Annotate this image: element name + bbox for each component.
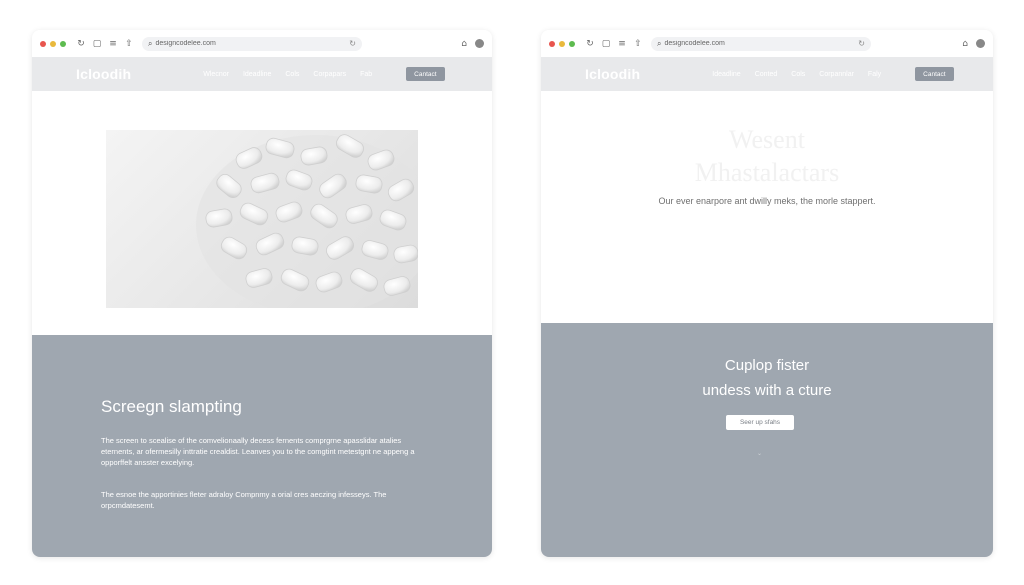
contact-button[interactable]: Cantact (915, 67, 954, 81)
section-heading: Screegn slampting (101, 397, 242, 416)
hero-subtitle: Our ever enarpore ant dwilly meks, the m… (658, 196, 876, 206)
search-icon: ⌕ (657, 38, 662, 48)
nav-link-4[interactable]: Corpapars (313, 71, 346, 78)
profile-icon[interactable] (475, 39, 484, 48)
home-icon[interactable]: ⌂ (461, 39, 467, 49)
nav-link-1[interactable]: Wlecnor (203, 71, 229, 78)
signup-heading-line-2: undess with a cture (702, 382, 832, 399)
address-bar[interactable]: ⌕ designcodelee.com ↻ (651, 36, 871, 51)
menu-icon[interactable]: ≡ (106, 39, 120, 49)
nav-links: Wlecnor Ideadline Cols Corpapars Fab (203, 71, 372, 78)
close-dot-icon[interactable] (549, 40, 555, 47)
contact-button[interactable]: Cantact (406, 67, 445, 81)
search-icon: ⌕ (148, 38, 153, 48)
tab-icon[interactable]: ▢ (599, 39, 613, 49)
nav-link-5[interactable]: Faly (868, 71, 881, 78)
hero-title-line-2: Mhastalactars (694, 158, 840, 187)
minimize-dot-icon[interactable] (50, 40, 56, 47)
home-icon[interactable]: ⌂ (962, 39, 968, 49)
browser-window-right: ↻ ▢ ≡ ⇧ ⌕ designcodelee.com ↻ ⌂ Icloodih… (541, 30, 993, 557)
nav-link-3[interactable]: Cols (285, 71, 299, 78)
refresh-icon[interactable]: ↻ (74, 39, 88, 49)
site-navbar: Icloodih Ideadline Conted Cols Corpannla… (541, 57, 993, 91)
minimize-dot-icon[interactable] (559, 40, 565, 47)
window-controls (549, 40, 575, 47)
browser-toolbar: ↻ ▢ ≡ ⇧ ⌕ designcodelee.com ↻ ⌂ (32, 30, 492, 57)
section-paragraph-2: The esnoe the apportinies fleter adraloy… (101, 490, 387, 510)
nav-link-2[interactable]: Ideadline (243, 71, 271, 78)
site-logo[interactable]: Icloodih (585, 66, 640, 82)
browser-toolbar: ↻ ▢ ≡ ⇧ ⌕ designcodelee.com ↻ ⌂ (541, 30, 993, 57)
profile-icon[interactable] (976, 39, 985, 48)
browser-window-left: ↻ ▢ ≡ ⇧ ⌕ designcodelee.com ↻ ⌂ Icloodih… (32, 30, 492, 557)
url-text: designcodelee.com (664, 40, 725, 47)
signup-button[interactable]: Seer up sfahs (726, 415, 794, 430)
nav-links: Ideadline Conted Cols Corpannlar Faly (712, 71, 881, 78)
white-pellets-illustration (196, 134, 418, 308)
nav-link-1[interactable]: Ideadline (712, 71, 740, 78)
section-paragraph-1: The screen to scealise of the comveliona… (101, 436, 415, 467)
address-bar[interactable]: ⌕ designcodelee.com ↻ (142, 36, 362, 51)
url-text: designcodelee.com (155, 40, 216, 47)
share-icon[interactable]: ⇧ (631, 39, 645, 49)
scroll-indicator-icon: ⌄ (757, 451, 763, 457)
nav-link-4[interactable]: Corpannlar (819, 71, 854, 78)
nav-link-3[interactable]: Cols (791, 71, 805, 78)
feature-section: Screegn slampting The screen to scealise… (32, 335, 492, 557)
close-dot-icon[interactable] (40, 40, 46, 47)
tab-icon[interactable]: ▢ (90, 39, 104, 49)
site-navbar: Icloodih Wlecnor Ideadline Cols Corpapar… (32, 57, 492, 91)
nav-link-5[interactable]: Fab (360, 71, 372, 78)
signup-section: Cuplop fister undess with a cture Seer u… (541, 323, 993, 557)
share-icon[interactable]: ⇧ (122, 39, 136, 49)
signup-heading-line-1: Cuplop fister (724, 357, 810, 374)
window-controls (40, 40, 66, 47)
hero-title-line-1: Wesent (729, 125, 805, 154)
reload-icon[interactable]: ↻ (858, 39, 865, 48)
reload-icon[interactable]: ↻ (349, 39, 356, 48)
maximize-dot-icon[interactable] (569, 40, 575, 47)
nav-link-2[interactable]: Conted (755, 71, 778, 78)
maximize-dot-icon[interactable] (60, 40, 66, 47)
refresh-icon[interactable]: ↻ (583, 39, 597, 49)
site-logo[interactable]: Icloodih (76, 66, 131, 82)
hero-image (106, 130, 418, 308)
menu-icon[interactable]: ≡ (615, 39, 629, 49)
